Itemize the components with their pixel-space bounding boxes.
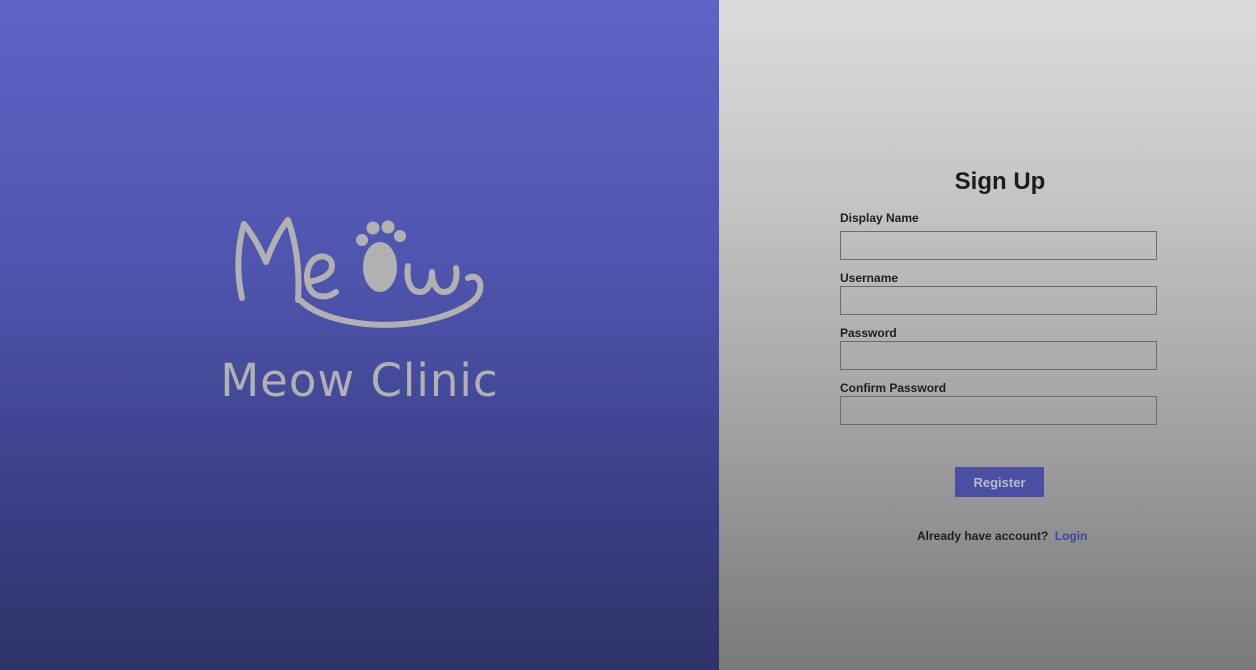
signup-page: Meow Clinic Sign Up Display Name Usernam…: [0, 0, 1256, 670]
meow-logo-icon: [235, 217, 484, 328]
login-link[interactable]: Login: [1055, 529, 1088, 543]
register-button[interactable]: Register: [955, 467, 1044, 497]
display-name-input[interactable]: [840, 231, 1157, 260]
signup-form-panel: Sign Up Display Name Username Password C…: [719, 0, 1256, 670]
login-prompt-line: Already have account? Login: [917, 529, 1087, 543]
brand-name: Meow Clinic: [220, 354, 499, 407]
password-label: Password: [840, 326, 897, 340]
brand-panel: Meow Clinic: [0, 0, 719, 670]
page-title: Sign Up: [954, 168, 1046, 195]
display-name-label: Display Name: [840, 211, 919, 225]
password-input[interactable]: [840, 341, 1157, 370]
confirm-password-label: Confirm Password: [840, 381, 947, 395]
login-prompt-text: Already have account?: [917, 529, 1049, 543]
confirm-password-input[interactable]: [840, 396, 1157, 425]
username-label: Username: [840, 271, 899, 285]
username-input[interactable]: [840, 286, 1157, 315]
